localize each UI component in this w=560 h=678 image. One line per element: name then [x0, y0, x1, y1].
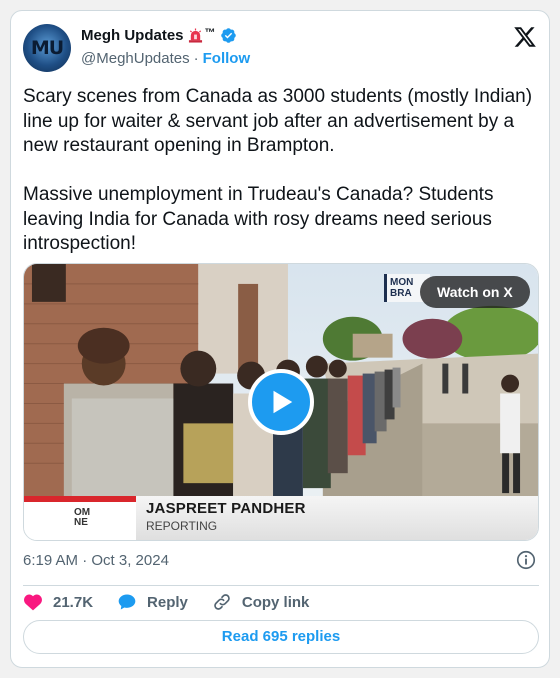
link-icon: [214, 594, 230, 610]
like-count: 21.7K: [53, 593, 94, 611]
action-bar: 21.7K Reply Copy link: [23, 591, 333, 613]
lower-third-bar: JASPREET PANDHER REPORTING: [136, 496, 538, 540]
play-icon: [273, 390, 293, 414]
follow-button[interactable]: Follow: [203, 50, 251, 67]
copy-link-label: Copy link: [241, 593, 310, 611]
display-name[interactable]: Megh Updates: [81, 27, 184, 44]
divider: [23, 585, 539, 586]
author-name-row: Megh Updates ™: [81, 27, 237, 44]
reply-bubble-icon: [118, 594, 136, 610]
info-icon[interactable]: [515, 549, 537, 571]
x-logo-icon[interactable]: [513, 25, 537, 49]
like-button[interactable]: 21.7K: [23, 592, 93, 612]
tweet-timestamp[interactable]: 6:19 AM · Oct 3, 2024: [23, 552, 169, 569]
copy-link-button[interactable]: Copy link: [212, 592, 310, 612]
separator-dot: ·: [193, 50, 199, 67]
read-replies-button[interactable]: Read 695 replies: [23, 620, 539, 654]
reply-button[interactable]: Reply: [117, 592, 188, 612]
reply-label: Reply: [147, 593, 188, 611]
lower-third-logo: OM NE: [24, 496, 136, 540]
lower-third-logo-text: OM NE: [74, 507, 91, 528]
video-player[interactable]: MON BRA Watch on X OM NE JASPREET PANDHE…: [23, 263, 539, 541]
reporter-name: JASPREET PANDHER: [146, 500, 306, 517]
play-button[interactable]: [248, 369, 314, 435]
author-handle[interactable]: @MeghUpdates: [81, 50, 190, 67]
tweet-card: MU Megh Updates ™ @MeghUpdates · Follow: [10, 10, 550, 668]
trademark-symbol: ™: [204, 26, 216, 39]
avatar-text: MU: [30, 37, 64, 59]
verified-badge-icon: [220, 27, 237, 44]
reporter-role: REPORTING: [146, 519, 218, 533]
tweet-text: Scary scenes from Canada as 3000 student…: [23, 86, 533, 254]
heart-icon: [24, 594, 42, 611]
watch-on-x-button[interactable]: Watch on X: [420, 276, 530, 308]
lower-third-banner: OM NE JASPREET PANDHER REPORTING: [24, 496, 538, 540]
avatar[interactable]: MU: [23, 24, 71, 72]
handle-row: @MeghUpdates · Follow: [81, 50, 250, 67]
siren-emoji-icon: [188, 28, 203, 43]
